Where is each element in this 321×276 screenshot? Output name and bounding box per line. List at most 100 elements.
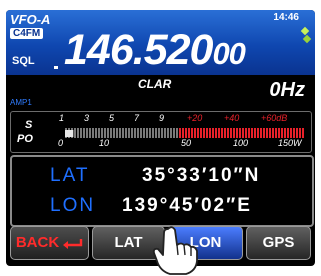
meter-segment bbox=[257, 128, 259, 138]
clar-offset: 0Hz bbox=[269, 79, 305, 101]
meter-segment bbox=[149, 128, 151, 138]
meter-segment bbox=[125, 128, 127, 138]
meter-segment bbox=[128, 128, 130, 138]
back-button[interactable]: BACK bbox=[10, 226, 89, 260]
meter-segment bbox=[104, 128, 106, 138]
meter-segment bbox=[281, 128, 283, 138]
clar-label: CLAR bbox=[138, 77, 172, 91]
meter-segment bbox=[206, 128, 208, 138]
meter-segment bbox=[245, 128, 247, 138]
vfo-label: VFO-A bbox=[10, 12, 51, 27]
meter-segment bbox=[140, 128, 142, 138]
meter-segment bbox=[116, 128, 118, 138]
meter-segment bbox=[182, 128, 184, 138]
po-tick-50: 50 bbox=[181, 138, 192, 148]
signal-meter: S PO 1 3 5 7 9 +20 +40 +60dB 0 10 50 100… bbox=[10, 111, 312, 153]
po-tick-100: 100 bbox=[233, 138, 249, 148]
meter-segment bbox=[95, 128, 97, 138]
signal-level-bar bbox=[65, 130, 74, 137]
meter-segment bbox=[299, 128, 301, 138]
meter-segment bbox=[209, 128, 211, 138]
meter-segment bbox=[212, 128, 214, 138]
frequency-main: 146.520 bbox=[64, 26, 213, 74]
meter-segment bbox=[191, 128, 193, 138]
meter-segment bbox=[194, 128, 196, 138]
meter-segment bbox=[248, 128, 250, 138]
meter-segment bbox=[122, 128, 124, 138]
meter-segment bbox=[98, 128, 100, 138]
mode-badge: C4FM bbox=[10, 28, 44, 39]
meter-segment bbox=[86, 128, 88, 138]
gps-satellite-icon bbox=[300, 26, 312, 44]
meter-segment bbox=[134, 128, 136, 138]
meter-segment bbox=[74, 128, 76, 138]
meter-segment bbox=[155, 128, 157, 138]
meter-segment bbox=[272, 128, 274, 138]
meter-segment bbox=[89, 128, 91, 138]
sql-label: SQL bbox=[12, 55, 35, 67]
meter-segment bbox=[131, 128, 133, 138]
meter-segment bbox=[227, 128, 229, 138]
lat-label: LAT bbox=[50, 165, 90, 186]
lat-value: 35°33′10″N bbox=[142, 165, 261, 186]
lon-value: 139°45′02″E bbox=[122, 195, 252, 216]
po-tick-10: 10 bbox=[99, 138, 110, 148]
meter-segment bbox=[101, 128, 103, 138]
meter-segment bbox=[188, 128, 190, 138]
meter-segment bbox=[260, 128, 262, 138]
meter-segment bbox=[83, 128, 85, 138]
meter-segment bbox=[173, 128, 175, 138]
meter-segment bbox=[170, 128, 172, 138]
meter-segment bbox=[203, 128, 205, 138]
back-arrow-icon bbox=[63, 239, 83, 250]
meter-segment bbox=[239, 128, 241, 138]
meter-segment bbox=[143, 128, 145, 138]
meter-segment bbox=[158, 128, 160, 138]
meter-segment bbox=[92, 128, 94, 138]
meter-segment bbox=[275, 128, 277, 138]
meter-segment bbox=[236, 128, 238, 138]
po-tick-150w: 150W bbox=[278, 138, 302, 148]
lon-label: LON bbox=[50, 195, 96, 216]
po-tick-0: 0 bbox=[58, 138, 64, 148]
meter-segment bbox=[179, 128, 181, 138]
meter-segment bbox=[293, 128, 295, 138]
meter-segment bbox=[302, 128, 304, 138]
meter-segment bbox=[119, 128, 121, 138]
meter-segment bbox=[77, 128, 79, 138]
meter-segment bbox=[266, 128, 268, 138]
meter-segments bbox=[65, 128, 304, 138]
meter-segment bbox=[221, 128, 223, 138]
meter-segment bbox=[107, 128, 109, 138]
meter-segment bbox=[269, 128, 271, 138]
back-label: BACK bbox=[15, 234, 60, 251]
meter-segment bbox=[200, 128, 202, 138]
meter-segment bbox=[263, 128, 265, 138]
meter-segment bbox=[230, 128, 232, 138]
meter-segment bbox=[110, 128, 112, 138]
meter-segment bbox=[254, 128, 256, 138]
meter-segment bbox=[167, 128, 169, 138]
amp-label: AMP1 bbox=[10, 98, 32, 107]
meter-segment bbox=[185, 128, 187, 138]
meter-segment bbox=[164, 128, 166, 138]
meter-segment bbox=[278, 128, 280, 138]
meter-segment bbox=[176, 128, 178, 138]
frequency-display: 146.52000 bbox=[64, 26, 246, 75]
meter-segment bbox=[242, 128, 244, 138]
meter-segment bbox=[215, 128, 217, 138]
clock: 14:46 bbox=[273, 12, 299, 23]
meter-segment bbox=[152, 128, 154, 138]
meter-scale bbox=[65, 128, 304, 138]
sql-indicator bbox=[54, 66, 58, 69]
meter-segment bbox=[287, 128, 289, 138]
meter-segment bbox=[146, 128, 148, 138]
touch-hand-icon bbox=[152, 226, 198, 275]
meter-segment bbox=[290, 128, 292, 138]
gps-button[interactable]: GPS bbox=[246, 226, 311, 260]
meter-segment bbox=[296, 128, 298, 138]
meter-segment bbox=[224, 128, 226, 138]
meter-segment bbox=[161, 128, 163, 138]
meter-segment bbox=[80, 128, 82, 138]
meter-segment bbox=[284, 128, 286, 138]
